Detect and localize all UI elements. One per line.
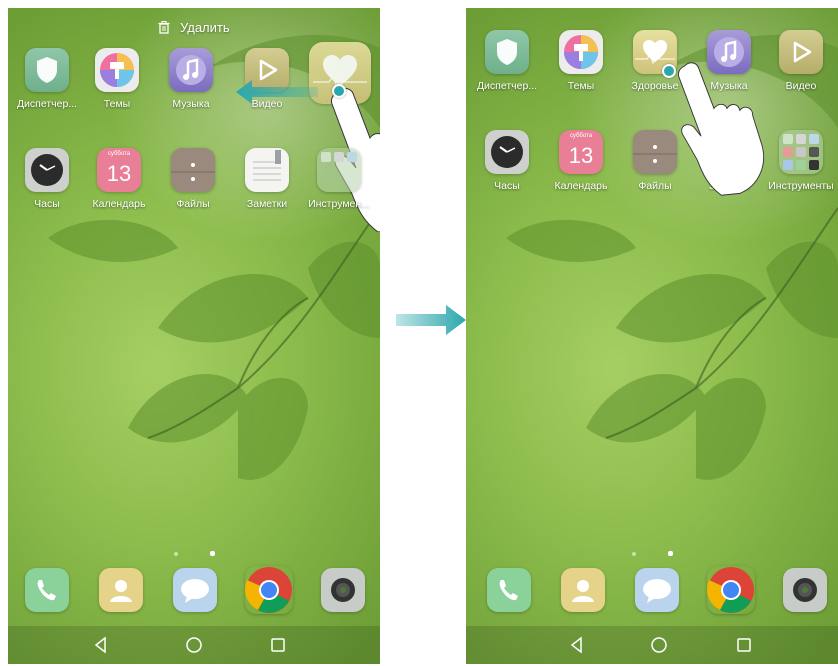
notes-icon — [245, 148, 289, 192]
camera-icon — [321, 568, 365, 612]
app-files[interactable]: Файлы — [154, 148, 232, 210]
shield-icon — [25, 48, 69, 92]
app-label: Файлы — [176, 198, 210, 210]
dock-chrome[interactable] — [230, 566, 308, 614]
app-dispatcher[interactable]: Диспетчер... — [8, 48, 86, 110]
drag-left-arrow-icon — [236, 80, 318, 104]
chrome-icon — [245, 566, 293, 614]
app-notes[interactable]: Заметки — [228, 148, 306, 210]
app-dispatcher[interactable]: Диспетчер... — [468, 30, 546, 92]
dock-messages[interactable] — [156, 568, 234, 612]
recents-icon[interactable] — [267, 634, 289, 656]
page-indicator — [466, 543, 838, 561]
folder-icon — [171, 148, 215, 192]
home-icon[interactable] — [183, 634, 205, 656]
delete-drop-zone[interactable]: Удалить — [8, 20, 380, 35]
app-calendar[interactable]: суббота 13 Календарь — [80, 148, 158, 210]
clock-icon — [485, 130, 529, 174]
dock-chrome[interactable] — [692, 566, 770, 614]
home-screen-after: Диспетчер... Темы Здоровье Музыка Видео … — [466, 8, 838, 664]
dock-camera[interactable] — [304, 568, 380, 612]
app-label: Темы — [103, 98, 131, 110]
delete-label: Удалить — [179, 20, 230, 35]
app-label: Диспетчер... — [16, 98, 78, 110]
app-label: Диспетчер... — [476, 80, 538, 92]
page-dot-active[interactable] — [667, 551, 673, 556]
app-tools-folder[interactable]: Инструмен... — [300, 148, 378, 210]
home-icon[interactable] — [648, 634, 670, 656]
dock-contacts[interactable] — [544, 568, 622, 612]
app-label: Заметки — [246, 198, 288, 210]
page-dot[interactable] — [173, 552, 178, 556]
home-screen-before: Удалить Диспетчер... Темы Музыка Видео Ч… — [8, 8, 380, 664]
touch-point-icon — [662, 64, 676, 78]
dock-phone[interactable] — [8, 568, 86, 612]
contacts-icon — [561, 568, 605, 612]
app-label: Инструмен... — [308, 198, 370, 210]
navigation-bar — [466, 626, 838, 664]
clock-icon — [25, 148, 69, 192]
page-dot-active[interactable] — [209, 551, 215, 556]
back-icon[interactable] — [566, 634, 588, 656]
app-label: Часы — [494, 180, 520, 192]
app-clock[interactable]: Часы — [8, 148, 86, 210]
chrome-icon — [707, 566, 755, 614]
page-dot[interactable] — [631, 552, 636, 556]
calendar-icon: суббота 13 — [559, 130, 603, 174]
transition-arrow-icon — [396, 305, 466, 335]
paintbrush-icon — [95, 48, 139, 92]
app-calendar[interactable]: суббота 13 Календарь — [542, 130, 620, 192]
app-label: Календарь — [554, 180, 608, 192]
trash-icon — [158, 21, 170, 34]
touch-point-icon — [332, 84, 346, 98]
calendar-icon: суббота 13 — [97, 148, 141, 192]
navigation-bar — [8, 626, 380, 664]
app-label: Часы — [34, 198, 60, 210]
paintbrush-icon — [559, 30, 603, 74]
app-label: Музыка — [172, 98, 210, 110]
dock-messages[interactable] — [618, 568, 696, 612]
tools-folder-icon — [317, 148, 361, 192]
app-label: Календарь — [92, 198, 146, 210]
app-themes[interactable]: Темы — [78, 48, 156, 110]
recents-icon[interactable] — [733, 634, 755, 656]
app-label: Темы — [567, 80, 595, 92]
messages-icon — [635, 568, 679, 612]
back-icon[interactable] — [90, 634, 112, 656]
shield-icon — [485, 30, 529, 74]
dock-camera[interactable] — [766, 568, 838, 612]
messages-icon — [173, 568, 217, 612]
page-indicator — [8, 543, 380, 561]
camera-icon — [783, 568, 827, 612]
app-clock[interactable]: Часы — [468, 130, 546, 192]
music-note-icon — [169, 48, 213, 92]
phone-icon — [25, 568, 69, 612]
pointing-hand-icon — [678, 62, 764, 196]
app-music[interactable]: Музыка — [152, 48, 230, 110]
dock-phone[interactable] — [470, 568, 548, 612]
dock-contacts[interactable] — [82, 568, 160, 612]
phone-icon — [487, 568, 531, 612]
contacts-icon — [99, 568, 143, 612]
app-themes[interactable]: Темы — [542, 30, 620, 92]
